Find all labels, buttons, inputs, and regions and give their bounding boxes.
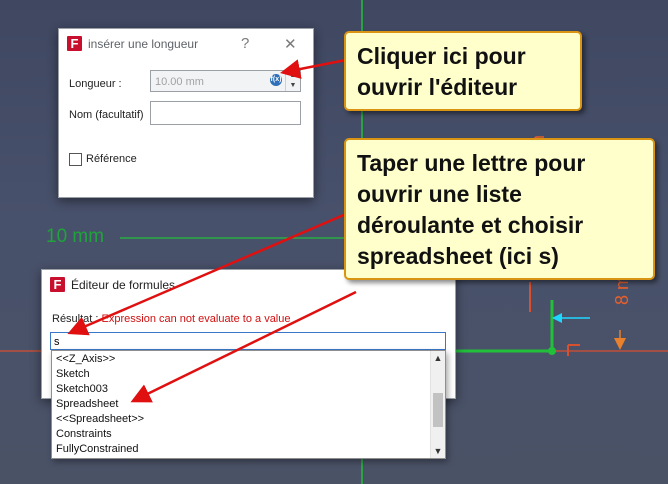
freecad-icon: F bbox=[50, 277, 65, 292]
expression-input[interactable]: s bbox=[50, 332, 446, 350]
suggestion-item[interactable]: Sketch003 bbox=[52, 382, 445, 397]
help-icon[interactable]: ? bbox=[241, 35, 249, 52]
result-row: Résultat : Expression can not evaluate t… bbox=[52, 313, 291, 325]
length-input[interactable]: 10.00 mm f(x) ▲ ▼ bbox=[150, 70, 301, 92]
length-label: Longueur : bbox=[69, 78, 122, 90]
spin-down-icon[interactable]: ▼ bbox=[286, 81, 300, 91]
callout-line: spreadsheet (ici s) bbox=[357, 243, 559, 269]
autocomplete-dropdown[interactable]: <<Z_Axis>> Sketch Sketch003 Spreadsheet <<Sp… bbox=[51, 350, 446, 459]
dialog-titlebar: F insérer une longueur ? ✕ bbox=[59, 29, 313, 59]
suggestion-list[interactable]: <<Z_Axis>> Sketch Sketch003 Spreadsheet <<Sp… bbox=[52, 351, 445, 457]
suggestion-item[interactable]: Spreadsheet bbox=[52, 397, 445, 412]
name-input[interactable] bbox=[150, 101, 301, 125]
cyan-arrow-head bbox=[552, 313, 562, 323]
reference-checkbox[interactable] bbox=[69, 153, 82, 166]
dimension-value-label: 10 mm bbox=[46, 226, 105, 247]
orange-arrow-head bbox=[614, 338, 626, 350]
close-icon[interactable]: ✕ bbox=[284, 35, 297, 53]
sketch-vertex bbox=[548, 347, 556, 355]
spin-up-icon[interactable]: ▲ bbox=[286, 71, 300, 81]
callout-line: ouvrir l'éditeur bbox=[357, 74, 518, 100]
suggestion-item[interactable]: <<Spreadsheet>> bbox=[52, 412, 445, 427]
reference-label: Référence bbox=[86, 153, 137, 165]
name-label: Nom (facultatif) bbox=[69, 109, 144, 121]
length-value: 10.00 mm bbox=[155, 76, 204, 88]
suggestion-item[interactable]: <<Z_Axis>> bbox=[52, 352, 445, 367]
freecad-icon: F bbox=[67, 36, 82, 51]
scroll-down-icon[interactable]: ▼ bbox=[431, 444, 445, 458]
length-spinbox[interactable]: ▲ ▼ bbox=[285, 71, 300, 91]
dropdown-scrollbar[interactable]: ▲ ▼ bbox=[430, 351, 445, 458]
expression-fx-icon[interactable]: f(x) bbox=[270, 74, 282, 86]
scroll-thumb[interactable] bbox=[433, 393, 443, 427]
callout-open-editor: Cliquer ici pour ouvrir l'éditeur bbox=[344, 31, 582, 111]
result-error: Expression can not evaluate to a value bbox=[101, 313, 291, 325]
callout-line: déroulante et choisir bbox=[357, 212, 584, 238]
editor-title: Éditeur de formules bbox=[71, 278, 176, 292]
result-label: Résultat : bbox=[52, 313, 99, 325]
insert-length-dialog: F insérer une longueur ? ✕ Longueur : 10… bbox=[58, 28, 314, 198]
suggestion-item[interactable]: FullyConstrained bbox=[52, 442, 445, 457]
callout-line: Cliquer ici pour bbox=[357, 43, 526, 69]
dialog-title: insérer une longueur bbox=[88, 37, 199, 51]
suggestion-item[interactable]: Sketch bbox=[52, 367, 445, 382]
callout-line: ouvrir une liste bbox=[357, 181, 522, 207]
callout-line: Taper une lettre pour bbox=[357, 150, 586, 176]
suggestion-item[interactable]: Constraints bbox=[52, 427, 445, 442]
scroll-up-icon[interactable]: ▲ bbox=[431, 351, 445, 365]
callout-autocomplete-hint: Taper une lettre pour ouvrir une liste d… bbox=[344, 138, 655, 280]
